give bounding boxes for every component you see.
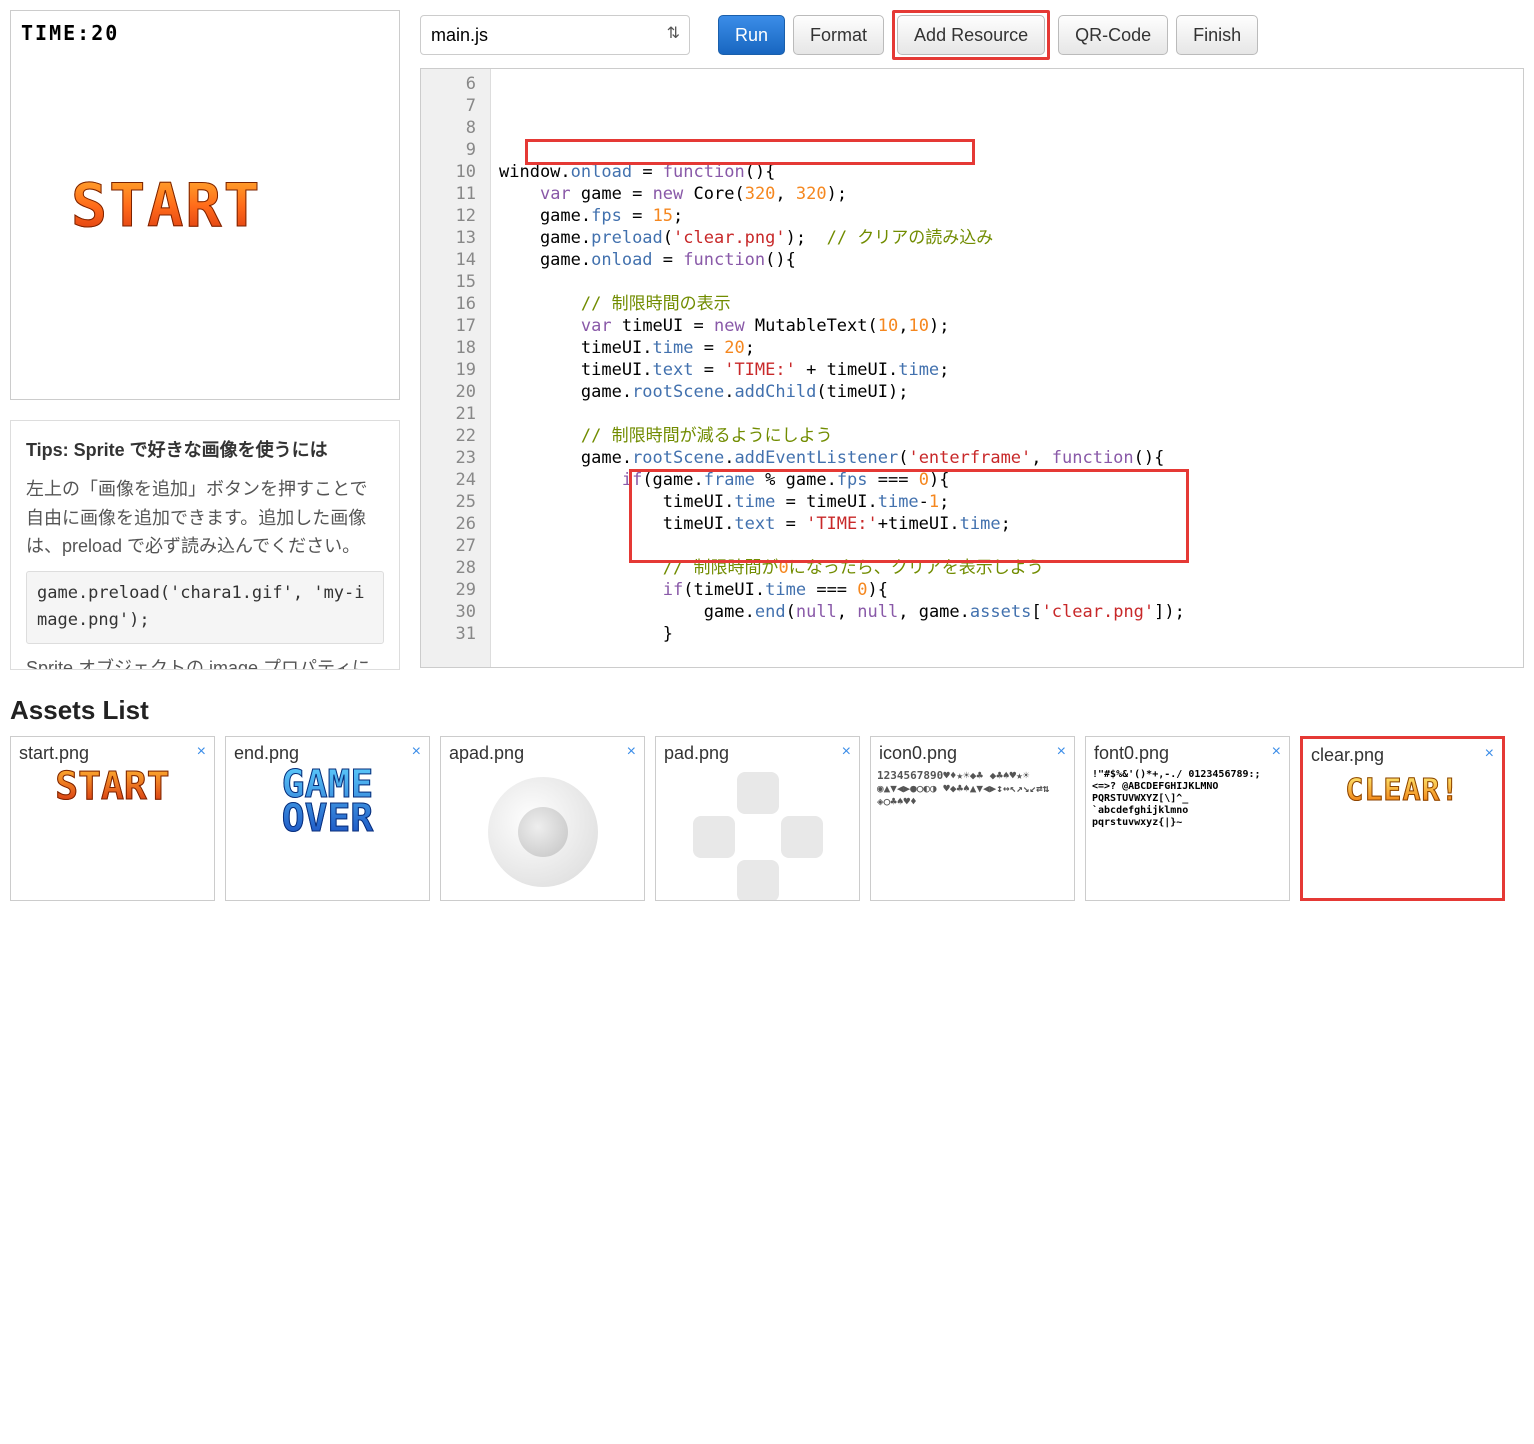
close-icon[interactable]: × (842, 743, 851, 761)
format-button[interactable]: Format (793, 15, 884, 55)
asset-preview (656, 767, 859, 900)
qrcode-button[interactable]: QR-Code (1058, 15, 1168, 55)
tips-code1: game.preload('chara1.gif', 'my-image.png… (26, 571, 384, 643)
asset-name: apad.png (449, 743, 524, 764)
time-label: TIME:20 (21, 21, 389, 45)
asset-card[interactable]: clear.png × CLEAR! (1300, 736, 1505, 901)
tips-title: Tips: Sprite で好きな画像を使うには (26, 436, 384, 465)
close-icon[interactable]: × (412, 743, 421, 761)
asset-card[interactable]: apad.png × (440, 736, 645, 901)
code-highlight-gameend (629, 469, 1189, 563)
asset-name: font0.png (1094, 743, 1169, 764)
asset-preview: START (11, 767, 214, 900)
finish-button[interactable]: Finish (1176, 15, 1258, 55)
add-resource-button[interactable]: Add Resource (897, 15, 1045, 55)
run-button[interactable]: Run (718, 15, 785, 55)
asset-preview: !"#$%&'()*+,-./ 0123456789:;<=>? @ABCDEF… (1086, 767, 1289, 900)
asset-card[interactable]: pad.png × (655, 736, 860, 901)
asset-name: clear.png (1311, 745, 1384, 766)
close-icon[interactable]: × (1057, 743, 1066, 761)
file-selector[interactable]: main.js (420, 15, 690, 55)
asset-preview: CLEAR! (1303, 769, 1502, 898)
asset-card[interactable]: start.png × START (10, 736, 215, 901)
game-preview: TIME:20 START (10, 10, 400, 400)
close-icon[interactable]: × (627, 743, 636, 761)
add-resource-highlight: Add Resource (892, 10, 1050, 60)
tips-para1: 左上の「画像を追加」ボタンを押すことで自由に画像を追加できます。追加した画像は、… (26, 475, 384, 561)
code-editor[interactable]: 6789101112131415161718192021222324252627… (420, 68, 1524, 668)
close-icon[interactable]: × (1272, 743, 1281, 761)
asset-name: end.png (234, 743, 299, 764)
line-gutter: 6789101112131415161718192021222324252627… (421, 69, 491, 667)
code-highlight-preload (525, 139, 975, 165)
asset-preview: 1234567890♥♦★☀◆♣ ◆♣♠♥★☀◉▲▼◀▶●○◐◑ ♥◆♣♠▲▼◀… (871, 767, 1074, 900)
asset-card[interactable]: icon0.png × 1234567890♥♦★☀◆♣ ◆♣♠♥★☀◉▲▼◀▶●○… (870, 736, 1075, 901)
asset-name: icon0.png (879, 743, 957, 764)
assets-header: Assets List (10, 695, 1524, 726)
assets-grid: start.png×STARTend.png×GAME OVERapad.png… (10, 736, 1524, 901)
asset-name: pad.png (664, 743, 729, 764)
toolbar: main.js Run Format Add Resource QR-Code … (420, 10, 1524, 60)
tips-panel: Tips: Sprite で好きな画像を使うには 左上の「画像を追加」ボタンを押… (10, 420, 400, 670)
close-icon[interactable]: × (1485, 745, 1494, 763)
close-icon[interactable]: × (197, 743, 206, 761)
asset-preview: GAME OVER (226, 767, 429, 900)
asset-preview (441, 767, 644, 900)
code-area[interactable]: window.onload = function(){ var game = n… (491, 69, 1523, 667)
asset-card[interactable]: font0.png × !"#$%&'()*+,-./ 0123456789:;<… (1085, 736, 1290, 901)
tips-para2: Sprite オブジェクトの image プロパティに指定することで好きな画像を… (26, 654, 384, 670)
asset-name: start.png (19, 743, 89, 764)
asset-card[interactable]: end.png × GAME OVER (225, 736, 430, 901)
start-sprite: START (71, 171, 262, 241)
